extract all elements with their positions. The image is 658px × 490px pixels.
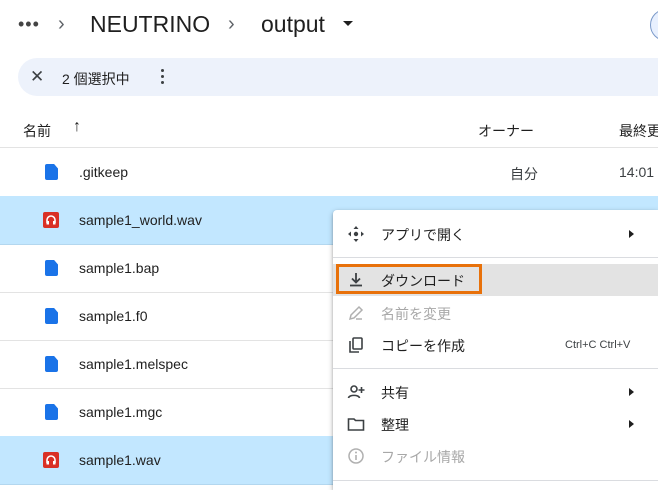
column-header-modified[interactable]: 最終更新 <box>619 121 658 141</box>
close-icon[interactable]: ✕ <box>30 67 44 87</box>
menu-item-open-with[interactable]: アプリで開く <box>333 218 658 250</box>
doc-icon <box>45 356 58 372</box>
context-menu: アプリで開く ダウンロード 名前を変更 コピーを作成 Ctrl+C Ctrl+V… <box>333 210 658 490</box>
chevron-right-icon: › <box>58 13 65 35</box>
menu-item-label: 名前を変更 <box>381 306 451 322</box>
more-vert-icon[interactable] <box>158 66 168 88</box>
menu-divider <box>333 480 658 481</box>
menu-item-label: 共有 <box>381 385 409 401</box>
file-owner: 自分 <box>510 166 538 182</box>
file-modified: 14:01 <box>619 164 655 180</box>
table-row[interactable]: .gitkeep 自分 14:01 <box>0 148 658 197</box>
info-icon <box>347 447 365 465</box>
doc-icon <box>45 404 58 420</box>
copy-shortcut: Ctrl+C Ctrl+V <box>565 339 631 351</box>
breadcrumb-item-output[interactable]: output <box>261 11 325 38</box>
menu-item-label: 整理 <box>381 417 409 433</box>
person-add-icon <box>347 383 365 401</box>
breadcrumb: ••• › NEUTRINO › output <box>0 0 658 50</box>
folder-icon <box>347 415 365 433</box>
copy-icon <box>347 336 365 354</box>
pencil-icon <box>347 304 365 322</box>
file-name: sample1.wav <box>79 452 161 468</box>
file-list-header: 名前 ↑ オーナー 最終更新 <box>0 113 658 148</box>
menu-divider <box>333 257 658 258</box>
menu-item-rename: 名前を変更 <box>333 297 658 329</box>
menu-item-label: アプリで開く <box>381 227 465 243</box>
menu-item-label: ファイル情報 <box>381 449 465 465</box>
file-name: sample1.melspec <box>79 356 188 372</box>
chevron-right-icon <box>629 388 634 396</box>
menu-divider <box>333 368 658 369</box>
chevron-right-icon <box>629 230 634 238</box>
doc-icon <box>45 164 58 180</box>
chevron-right-icon: › <box>228 13 235 35</box>
file-name: sample1_world.wav <box>79 212 202 228</box>
file-name: sample1.mgc <box>79 404 163 420</box>
menu-item-share[interactable]: 共有 <box>333 376 658 408</box>
chevron-right-icon <box>629 420 634 428</box>
audio-icon <box>43 212 59 228</box>
file-name: sample1.bap <box>79 260 160 276</box>
more-breadcrumb-button[interactable]: ••• <box>18 14 40 35</box>
menu-item-organize[interactable]: 整理 <box>333 408 658 440</box>
menu-item-copy[interactable]: コピーを作成 Ctrl+C Ctrl+V <box>333 329 658 361</box>
arrow-up-icon[interactable]: ↑ <box>73 118 81 136</box>
file-name: .gitkeep <box>79 164 129 180</box>
menu-item-label: コピーを作成 <box>381 338 465 354</box>
doc-icon <box>45 260 58 276</box>
column-header-owner[interactable]: オーナー <box>478 121 534 141</box>
move-arrows-icon <box>347 225 365 243</box>
audio-icon <box>43 452 59 468</box>
highlight-box <box>336 264 482 294</box>
breadcrumb-item-neutrino[interactable]: NEUTRINO <box>90 11 210 38</box>
selection-bar: ✕ 2 個選択中 <box>18 58 658 96</box>
column-header-name[interactable]: 名前 <box>23 121 51 141</box>
file-name: sample1.f0 <box>79 308 148 324</box>
doc-icon <box>45 308 58 324</box>
menu-item-file-info: ファイル情報 <box>333 440 658 472</box>
avatar[interactable] <box>650 9 658 41</box>
caret-down-icon[interactable] <box>343 21 353 26</box>
selection-count: 2 個選択中 <box>62 71 130 87</box>
